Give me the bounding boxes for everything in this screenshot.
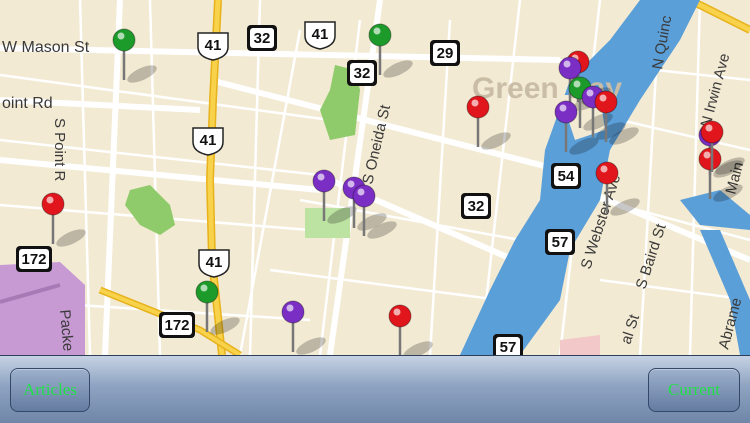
route-number: 41 — [200, 132, 217, 149]
map-canvas[interactable]: Green Bay W Mason St oint Rd S Point R S… — [0, 0, 750, 355]
route-number: 172 — [164, 317, 189, 334]
state-route-shield-icon: 32 — [461, 193, 491, 219]
route-number: 172 — [21, 251, 46, 268]
us-route-shield-icon: 41 — [304, 21, 336, 50]
state-route-shield-icon: 32 — [347, 60, 377, 86]
route-number: 57 — [500, 339, 517, 355]
state-route-shield-icon: 29 — [430, 40, 460, 66]
state-route-shield-icon: 57 — [493, 334, 523, 355]
map-view[interactable]: Green Bay W Mason St oint Rd S Point R S… — [0, 0, 750, 355]
route-number: 54 — [558, 168, 575, 185]
route-number: 41 — [206, 254, 223, 271]
street-label-w-mason: W Mason St — [2, 39, 90, 56]
route-number: 41 — [205, 37, 222, 54]
state-route-shield-icon: 54 — [551, 163, 581, 189]
street-label-packe: Packe — [56, 309, 77, 352]
us-route-shield-icon: 41 — [197, 32, 229, 61]
route-number: 32 — [254, 30, 271, 47]
articles-button[interactable]: Articles — [10, 368, 90, 412]
state-route-shield-icon: 57 — [545, 229, 575, 255]
route-number: 41 — [312, 26, 329, 43]
us-route-shield-icon: 41 — [192, 127, 224, 156]
state-route-shield-icon: 172 — [159, 312, 195, 338]
street-label-s-point: S Point R — [51, 118, 68, 182]
route-number: 32 — [468, 198, 485, 215]
current-location-button[interactable]: Current — [648, 368, 740, 412]
state-route-shield-icon: 32 — [247, 25, 277, 51]
bottom-toolbar: Articles Current — [0, 355, 750, 423]
us-route-shield-icon: 41 — [198, 249, 230, 278]
state-route-shield-icon: 172 — [16, 246, 52, 272]
street-label-point-rd: oint Rd — [2, 95, 53, 112]
route-number: 29 — [437, 45, 454, 62]
route-number: 57 — [552, 234, 569, 251]
route-number: 32 — [354, 65, 371, 82]
app-window: Green Bay W Mason St oint Rd S Point R S… — [0, 0, 750, 423]
